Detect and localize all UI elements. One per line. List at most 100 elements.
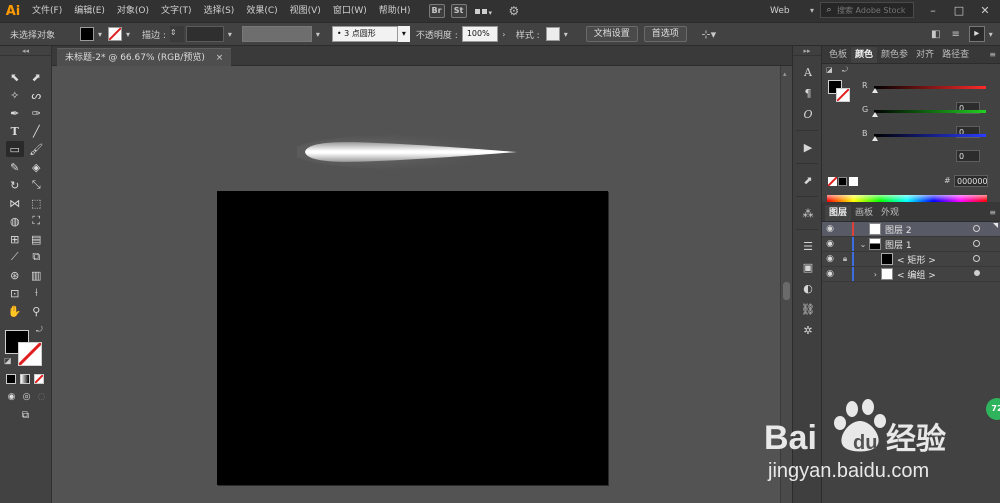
green-slider[interactable]: G <box>862 104 992 120</box>
stroke-color-box[interactable] <box>18 342 42 366</box>
tab-layers[interactable]: 图层 <box>825 205 852 221</box>
lasso-tool-icon[interactable]: ᔕ <box>27 87 45 103</box>
rotate-tool-icon[interactable]: ↻ <box>6 177 24 193</box>
screen-mode-icon[interactable]: ⧉ <box>17 407 35 423</box>
transparency-panel-icon[interactable]: ◐ <box>793 278 823 299</box>
red-knob[interactable] <box>872 88 878 93</box>
free-transform-tool-icon[interactable]: ⬚ <box>27 195 45 211</box>
layer-name[interactable]: < 矩形 > <box>897 253 936 266</box>
stroke-weight-stepper[interactable]: ⇕ <box>169 26 184 42</box>
layer-row[interactable]: ◉ ⌄ 图层 1 <box>822 237 1000 252</box>
stock-button[interactable]: St <box>450 4 467 18</box>
blue-track[interactable] <box>874 134 986 137</box>
graphic-style-swatch[interactable] <box>545 27 560 41</box>
gradient-mode-icon[interactable] <box>20 374 30 384</box>
symbol-sprayer-tool-icon[interactable]: ⊛ <box>6 267 24 283</box>
chevron-right-icon[interactable]: › <box>857 270 881 279</box>
draw-behind-icon[interactable]: ◎ <box>21 389 32 405</box>
rectangle-tool-icon[interactable]: ▭ <box>5 141 24 157</box>
chevron-down-icon[interactable]: ⌄ <box>857 240 869 249</box>
links-panel-icon[interactable]: ⛓ <box>793 299 823 320</box>
eye-icon[interactable]: ◉ <box>822 224 838 234</box>
menu-edit[interactable]: 编辑(E) <box>68 0 111 22</box>
eye-icon[interactable]: ◉ <box>822 239 838 249</box>
curvature-tool-icon[interactable]: ✑ <box>27 105 45 121</box>
brush-definition[interactable]: • 3 点圆形 <box>331 26 398 42</box>
document-tab[interactable]: 未标题-2* @ 66.67% (RGB/预览) × <box>57 48 232 66</box>
stroke-color-box[interactable] <box>836 88 850 102</box>
tab-swatches[interactable]: 色板 <box>825 47 851 63</box>
menu-view[interactable]: 视图(V) <box>284 0 327 22</box>
selection-tool-icon[interactable]: ⬉ <box>6 69 24 85</box>
blue-slider[interactable]: B <box>862 128 992 144</box>
chevron-down-icon[interactable]: ▾ <box>224 30 236 39</box>
menu-file[interactable]: 文件(F) <box>26 0 68 22</box>
layer-name[interactable]: 图层 2 <box>885 223 912 236</box>
isolate-icon[interactable]: ◧ <box>929 29 943 40</box>
pen-tool-icon[interactable]: ✒ <box>6 105 24 121</box>
minimize-button[interactable]: – <box>920 0 946 22</box>
tab-pathfinder[interactable]: 路径查 <box>938 47 973 63</box>
tab-color[interactable]: 颜色 <box>851 47 878 63</box>
layer-name[interactable]: 图层 1 <box>885 238 912 251</box>
stock-search[interactable]: ⌕ <box>820 2 914 18</box>
default-colors-icon[interactable]: ◪ <box>826 66 833 74</box>
column-graph-tool-icon[interactable]: ▥ <box>27 267 45 283</box>
maximize-button[interactable]: □ <box>946 0 972 22</box>
tab-align[interactable]: 对齐 <box>912 47 938 63</box>
black-color-chip[interactable] <box>838 177 847 186</box>
target-icon[interactable] <box>974 270 980 276</box>
panel-menu-icon[interactable]: ≡ <box>989 47 1000 63</box>
artboard-tool-icon[interactable]: ⊡ <box>6 285 24 301</box>
chevron-down-icon[interactable]: ▾ <box>560 30 572 39</box>
eraser-tool-icon[interactable]: ◈ <box>27 159 45 175</box>
eye-icon[interactable]: ◉ <box>822 269 838 279</box>
blue-value-input[interactable] <box>956 150 980 162</box>
bridge-button[interactable]: Br <box>428 4 445 18</box>
paintbrush-tool-icon[interactable]: 🖌 <box>27 141 45 157</box>
arrange-documents-icon[interactable]: ▾ <box>474 4 497 18</box>
light-streak-shape[interactable] <box>297 132 522 172</box>
menu-object[interactable]: 对象(O) <box>111 0 155 22</box>
panel-collapse-icon[interactable]: ◂◂ <box>0 46 51 56</box>
align-options-icon[interactable]: ⊹▾ <box>699 28 719 41</box>
color-mode-icon[interactable] <box>6 374 16 384</box>
tab-color-guide[interactable]: 颜色参 <box>877 47 912 63</box>
slice-tool-icon[interactable]: ⟊ <box>27 285 45 301</box>
menu-select[interactable]: 选择(S) <box>198 0 241 22</box>
direct-selection-tool-icon[interactable]: ⬈ <box>27 69 45 85</box>
fill-swatch[interactable] <box>80 27 94 41</box>
zoom-tool-icon[interactable]: ⚲ <box>27 303 45 319</box>
swap-colors-icon[interactable]: ⤾ <box>36 325 43 335</box>
green-knob[interactable] <box>872 112 878 117</box>
line-segment-tool-icon[interactable]: ╱ <box>27 123 45 139</box>
chevron-right-icon[interactable]: › <box>498 30 510 39</box>
green-track[interactable] <box>874 110 986 113</box>
scroll-up-icon[interactable]: ▴ <box>783 70 787 78</box>
layer-row[interactable]: ◉ › < 编组 > <box>822 267 1000 282</box>
chevron-down-icon[interactable]: ▾ <box>312 30 324 39</box>
scrollbar-thumb[interactable] <box>783 282 790 300</box>
preferences-button[interactable]: 首选项 <box>643 26 687 42</box>
pencil-tool-icon[interactable]: ✎ <box>6 159 24 175</box>
type-tool-icon[interactable]: T <box>6 123 24 139</box>
workspace-switcher[interactable]: Web ▾ <box>770 2 814 20</box>
close-icon[interactable]: × <box>216 53 224 63</box>
perspective-grid-tool-icon[interactable]: ⛶ <box>27 213 45 229</box>
menu-effect[interactable]: 效果(C) <box>240 0 283 22</box>
chevron-down-icon[interactable]: ▾ <box>122 30 134 39</box>
hex-input[interactable] <box>954 175 988 187</box>
layer-row[interactable]: ◉ 图层 2 <box>822 222 1000 237</box>
mesh-tool-icon[interactable]: ⊞ <box>6 231 24 247</box>
gpu-performance-icon[interactable]: ⚙ <box>509 4 527 18</box>
actions-panel-icon[interactable]: ▶ <box>793 137 823 158</box>
none-color-icon[interactable] <box>828 177 837 186</box>
appearance-panel-icon[interactable]: ✲ <box>793 320 823 341</box>
target-icon[interactable] <box>973 240 980 247</box>
panel-menu-icon[interactable]: ≡ <box>989 205 1000 221</box>
target-icon[interactable] <box>973 255 980 262</box>
stroke-swatch[interactable] <box>108 27 122 41</box>
lock-icon[interactable]: 🔒︎ <box>838 254 852 264</box>
blue-knob[interactable] <box>872 136 878 141</box>
menu-type[interactable]: 文字(T) <box>155 0 198 22</box>
